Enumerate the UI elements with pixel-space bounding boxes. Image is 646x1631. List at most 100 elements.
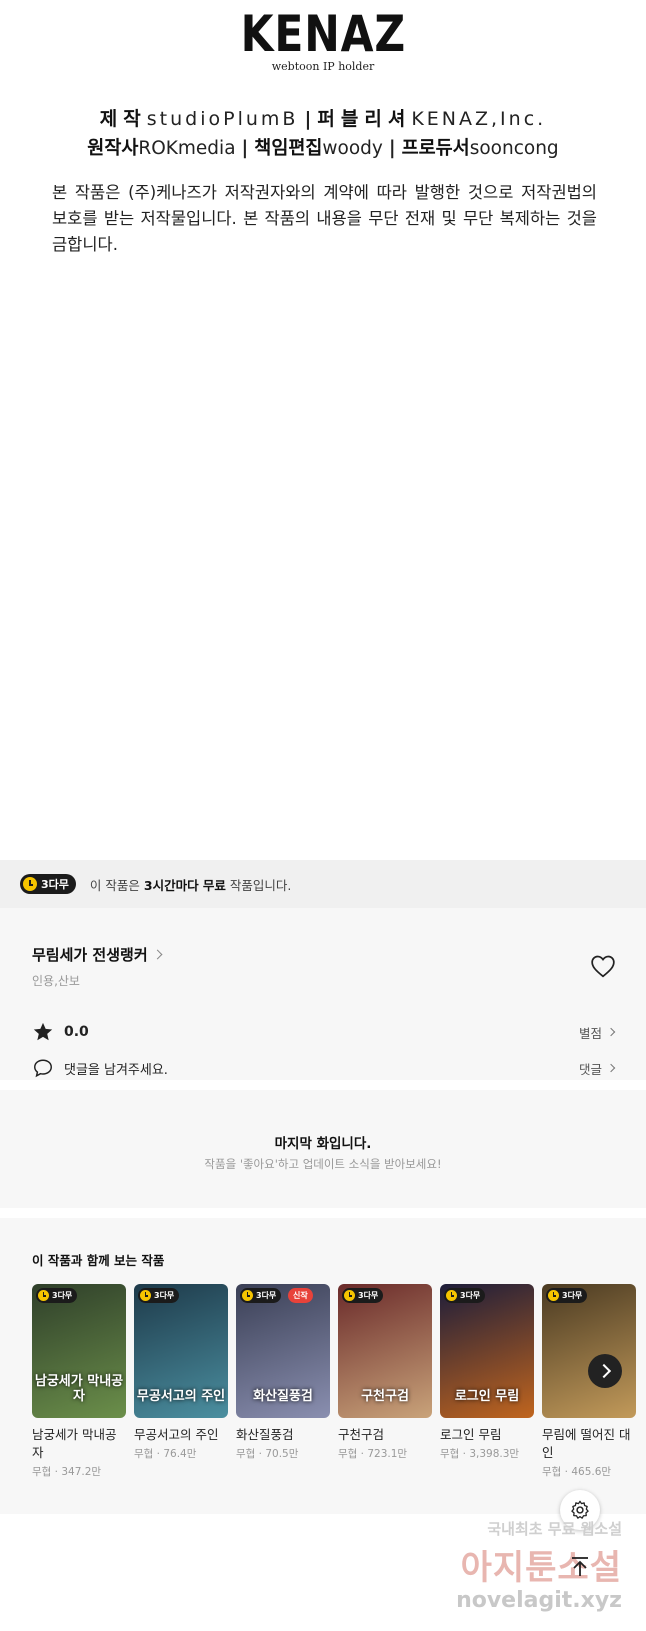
card-meta: 무협 · 70.5만 (236, 1448, 299, 1460)
clock-icon (38, 1290, 49, 1301)
banner-text: 이 작품은 3시간마다 무료 작품입니다. (90, 875, 292, 894)
credit-separator: | (241, 138, 249, 159)
recommendation-card[interactable]: 3다무 남궁세가 막내공자 남궁세가 막내공자 무협 · 347.2만 (32, 1284, 126, 1479)
series-author: 인용,산보 (32, 974, 80, 988)
series-title-link[interactable]: 무림세가 전생랭커 (32, 944, 163, 965)
watermark-line-3: novelagit.xyz (456, 1588, 622, 1613)
banner-prefix: 이 작품은 (89, 877, 140, 893)
card-meta: 무협 · 347.2만 (32, 1466, 102, 1478)
badge-label: 3다무 (460, 1291, 481, 1300)
rating-value: 0.0 (64, 1024, 89, 1040)
card-title: 남궁세가 막내공자 (32, 1427, 117, 1460)
card-thumbnail[interactable]: 3다무 (542, 1284, 636, 1418)
card-thumbnail[interactable]: 3다무 구천구검 (338, 1284, 432, 1418)
badge-label: 3다무 (154, 1291, 175, 1300)
comment-placeholder: 댓글을 남겨주세요. (64, 1062, 168, 1078)
last-episode-title: 마지막 화입니다. (274, 1136, 372, 1152)
chevron-right-icon (152, 949, 163, 960)
three-hour-free-badge: 3다무 (138, 1288, 180, 1303)
carousel-next-button[interactable] (588, 1354, 622, 1388)
three-hour-free-badge: 3다무 (546, 1288, 588, 1303)
recommendation-card[interactable]: 3다무 신작 화산질풍검 화산질풍검 무협 · 70.5만 (236, 1284, 330, 1461)
heart-icon[interactable] (590, 954, 616, 978)
card-meta: 무협 · 76.4만 (134, 1448, 197, 1460)
cover-title: 남궁세가 막내공자 (34, 1374, 124, 1404)
three-hour-free-badge: 3다무 (342, 1288, 384, 1303)
card-title: 구천구검 (338, 1427, 385, 1442)
credits-page: KENAZ webtoon IP holder 제작studioPlumB | 퍼블… (0, 0, 646, 860)
star-icon (33, 1022, 53, 1041)
three-hour-free-badge: 3다무 (240, 1288, 282, 1303)
recommendation-card[interactable]: 3다무 구천구검 구천구검 무협 · 723.1만 (338, 1284, 432, 1461)
watermark-line-1: 국내최초 무료 웹소설 (487, 1520, 622, 1538)
credit-label: 책임편집 (254, 138, 323, 159)
credit-line-2: 원작사ROKmedia | 책임편집woody | 프로듀서sooncong (0, 134, 646, 160)
series-info-section: 무림세가 전생랭커 인용,산보 0.0 별점 댓글을 남겨주세요. 댓글 (0, 908, 646, 1080)
card-title: 화산질풍검 (236, 1427, 294, 1442)
credit-value: woody (322, 138, 383, 159)
free-info-banner: 3다무 이 작품은 3시간마다 무료 작품입니다. (0, 860, 646, 908)
kenaz-logo: KENAZ webtoon IP holder (0, 6, 646, 73)
clock-icon (548, 1290, 559, 1301)
credit-value: ROKmedia (138, 138, 236, 159)
site-watermark: 국내최초 무료 웹소설 아지툰소설 novelagit.xyz (440, 1510, 646, 1630)
card-title: 로그인 무림 (440, 1427, 502, 1442)
rating-display: 0.0 (32, 1021, 89, 1043)
comment-prompt[interactable]: 댓글을 남겨주세요. (32, 1057, 168, 1079)
badge-label: 3다무 (256, 1291, 277, 1300)
arrow-up-icon (572, 1557, 588, 1576)
recommendation-card[interactable]: 3다무 로그인 무림 로그인 무림 무협 · 3,398.3만 (440, 1284, 534, 1461)
clock-icon (23, 877, 37, 891)
three-hour-free-badge: 3다무 (444, 1288, 486, 1303)
banner-highlight: 3시간마다 무료 (143, 877, 226, 893)
recommendations-section: 이 작품과 함께 보는 작품 3다무 남궁세가 막내공자 남궁세가 막내공자 무… (0, 1218, 646, 1514)
chevron-right-icon (606, 1027, 616, 1037)
cover-title: 무공서고의 주인 (136, 1389, 226, 1404)
card-thumbnail[interactable]: 3다무 무공서고의 주인 (134, 1284, 228, 1418)
cover-title: 구천구검 (361, 1389, 409, 1404)
three-hour-free-badge: 3다무 (20, 874, 76, 894)
recommendations-carousel: 3다무 남궁세가 막내공자 남궁세가 막내공자 무협 · 347.2만 3다무 … (32, 1284, 646, 1484)
scroll-to-top-button[interactable] (560, 1546, 600, 1586)
credit-label: 제작 (99, 108, 147, 130)
badge-label: 3다무 (358, 1291, 379, 1300)
cover-title: 화산질풍검 (253, 1389, 313, 1404)
credit-label: 프로듀서 (401, 138, 470, 159)
credit-line-1: 제작studioPlumB | 퍼블리셔KENAZ,Inc. (0, 104, 646, 131)
badge-label: 3다무 (41, 878, 69, 891)
credit-value: KENAZ,Inc. (411, 108, 547, 130)
chevron-right-icon (606, 1063, 616, 1073)
rating-link-label: 별점 (578, 1025, 602, 1041)
card-thumbnail[interactable]: 3다무 로그인 무림 (440, 1284, 534, 1418)
recommendation-card[interactable]: 3다무 무공서고의 주인 무공서고의 주인 무협 · 76.4만 (134, 1284, 228, 1461)
banner-suffix: 작품입니다. (229, 877, 292, 893)
card-title: 무공서고의 주인 (134, 1427, 219, 1442)
comment-link[interactable]: 댓글 (579, 1059, 616, 1078)
rating-link[interactable]: 별점 (578, 1023, 616, 1042)
three-hour-free-badge: 3다무 (36, 1288, 78, 1303)
comment-row[interactable]: 댓글을 남겨주세요. 댓글 (32, 1054, 616, 1082)
clock-icon (344, 1290, 355, 1301)
clock-icon (140, 1290, 151, 1301)
copyright-notice: 본 작품은 (주)케나즈가 저작권자와의 계약에 따라 발행한 것으로 저작권법… (52, 183, 597, 254)
credit-value: studioPlumB (146, 108, 299, 130)
recommendation-card[interactable]: 3다무 무림에 떨어진 대인 무협 · 465.6만 (542, 1284, 636, 1479)
credit-separator: | (388, 138, 396, 159)
rating-row: 0.0 별점 (32, 1018, 616, 1046)
logo-wordmark: KENAZ (240, 5, 406, 63)
card-thumbnail[interactable]: 3다무 신작 화산질풍검 (236, 1284, 330, 1418)
credit-label: 퍼블리셔 (317, 108, 412, 130)
card-title: 무림에 떨어진 대인 (542, 1427, 631, 1460)
last-episode-subtitle: 작품을 '좋아요'하고 업데이트 소식을 받아보세요! (204, 1157, 442, 1171)
badge-label: 3다무 (562, 1291, 583, 1300)
credit-label: 원작사 (87, 138, 139, 159)
new-series-tag: 신작 (288, 1288, 313, 1303)
recommendations-title: 이 작품과 함께 보는 작품 (32, 1253, 165, 1268)
clock-icon (242, 1290, 253, 1301)
clock-icon (446, 1290, 457, 1301)
credit-separator: | (304, 108, 312, 130)
badge-label: 3다무 (52, 1291, 73, 1300)
card-thumbnail[interactable]: 3다무 남궁세가 막내공자 (32, 1284, 126, 1418)
cover-title: 로그인 무림 (454, 1389, 520, 1404)
card-meta: 무협 · 465.6만 (542, 1466, 612, 1478)
